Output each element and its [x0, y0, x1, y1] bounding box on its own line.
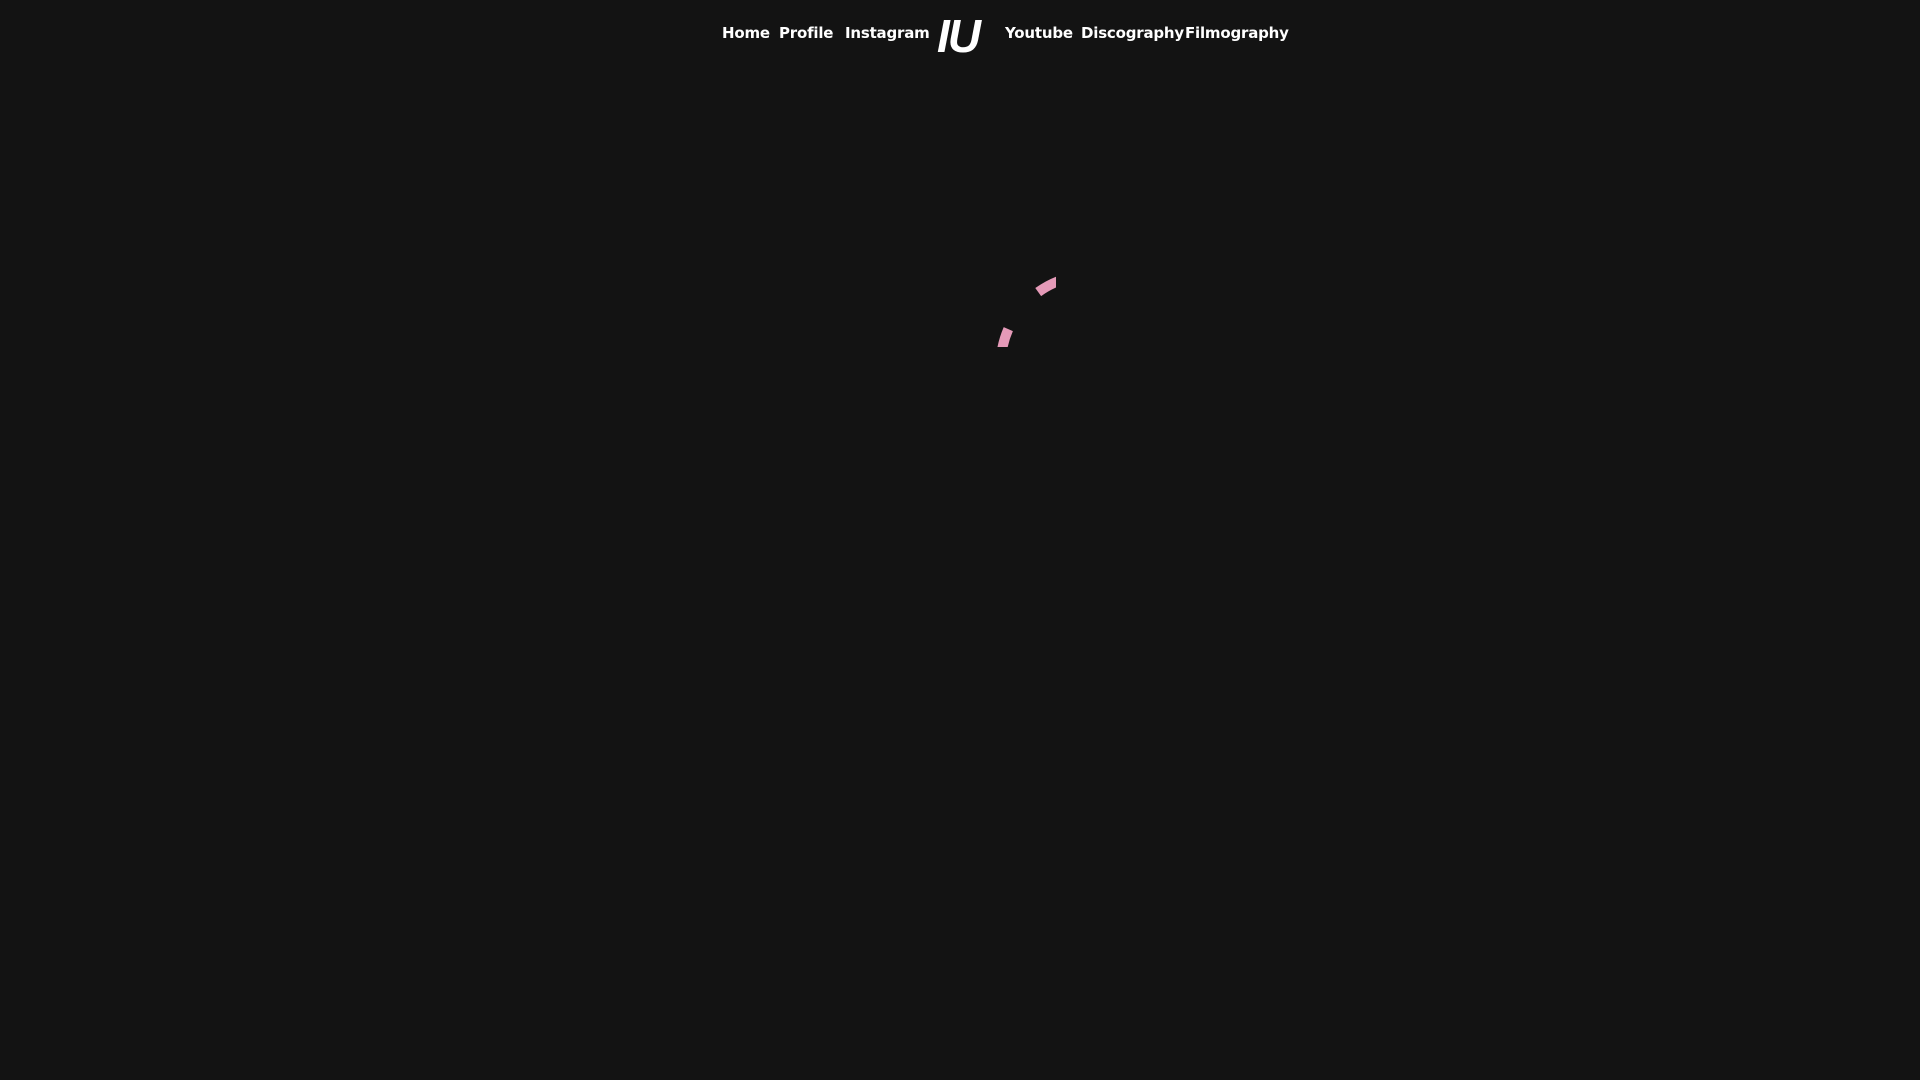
loading-spinner-icon	[997, 276, 1056, 347]
top-navigation: Home Profile Instagram IU Youtube Discog…	[0, 0, 1920, 70]
site-logo[interactable]: IU	[937, 8, 981, 64]
nav-home-link[interactable]: Home	[722, 24, 770, 42]
spinner-arc	[997, 276, 1056, 347]
nav-youtube-link[interactable]: Youtube	[1005, 24, 1073, 42]
nav-filmography-link[interactable]: Filmography	[1185, 24, 1289, 42]
nav-instagram-link[interactable]: Instagram	[845, 24, 930, 42]
nav-discography-link[interactable]: Discography	[1081, 24, 1184, 42]
nav-profile-link[interactable]: Profile	[779, 24, 833, 42]
